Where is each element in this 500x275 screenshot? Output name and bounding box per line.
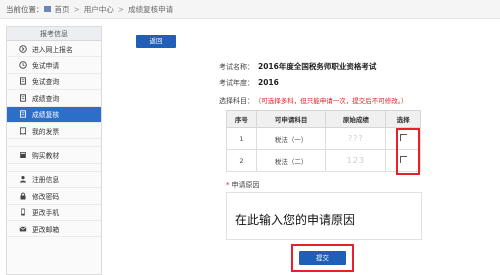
clock-icon [19, 61, 27, 69]
required-marker: * [226, 181, 230, 189]
sidebar-item-score-query[interactable]: 成绩查询 [7, 90, 101, 107]
arrow-right-circle-icon [19, 44, 27, 53]
column-header-subject: 可申请科目 [255, 110, 327, 128]
mail-icon [19, 225, 27, 233]
column-header-score: 原始成绩 [325, 110, 387, 128]
sidebar-item-exemption-query[interactable]: 免试查询 [7, 74, 101, 91]
sidebar-header: 报考信息 [7, 27, 101, 41]
book-icon [19, 151, 27, 159]
reason-label-text: 申请原因 [231, 181, 260, 189]
sidebar-item-score-review[interactable]: 成绩复核 [7, 106, 101, 123]
subject-select-row: 选择科目： （可选择多科，但只能申请一次，提交后不可修改。） [219, 95, 408, 106]
exam-year-label: 考试年度： [219, 79, 254, 87]
breadcrumb: 当前位置： 首页 > 用户中心 > 成绩复核申请 [0, 0, 500, 19]
document-icon [19, 110, 27, 118]
column-header-select: 选择 [385, 110, 421, 128]
sidebar-item-change-email[interactable]: 更改邮箱 [7, 221, 101, 238]
breadcrumb-separator: > [117, 4, 125, 14]
score-value: ??? [347, 134, 364, 143]
row-number: 1 [226, 127, 257, 150]
sidebar-item-change-password[interactable]: 修改密码 [7, 188, 101, 205]
exam-year-row: 考试年度： 2016 [219, 78, 279, 88]
breadcrumb-user-center-link[interactable]: 用户中心 [84, 4, 114, 15]
sidebar-item-buy-textbooks[interactable]: 购买教材 [7, 147, 101, 164]
sidebar-item-label: 更改手机 [32, 209, 60, 218]
original-score: 123 [325, 149, 387, 172]
table-header-row: 序号 可申请科目 原始成绩 选择 [226, 110, 421, 128]
sidebar-item-label: 修改密码 [32, 192, 60, 201]
table-row: 2 税法（二） 123 [226, 149, 421, 172]
subject-name: 税法（一） [255, 127, 327, 150]
sidebar-item-change-phone[interactable]: 更改手机 [7, 205, 101, 221]
sidebar-item-my-invoice[interactable]: 我的发票 [7, 123, 101, 140]
user-icon [19, 175, 27, 183]
document-icon [19, 77, 27, 86]
sidebar-divider [7, 164, 101, 172]
reason-textarea[interactable]: 在此输入您的申请原因 [226, 192, 422, 240]
receipt-icon [19, 127, 27, 135]
sidebar-item-label: 更改邮箱 [32, 225, 60, 234]
breadcrumb-current: 成绩复核申请 [128, 4, 174, 14]
breadcrumb-home-link[interactable]: 首页 [55, 4, 70, 15]
sidebar-item-registration-info[interactable]: 注册信息 [7, 172, 101, 189]
sidebar-divider [7, 139, 101, 148]
column-header-no: 序号 [226, 110, 257, 128]
original-score: ??? [325, 127, 387, 150]
subject-select-label: 选择科目： [219, 97, 254, 105]
breadcrumb-separator: > [73, 4, 80, 14]
sidebar-menu: 进入网上报名 免试申请 免试查询 成绩查询 成绩复核 我的发票 购买教材 注册信… [7, 41, 101, 238]
sidebar: 报考信息 进入网上报名 免试申请 免试查询 成绩查询 成绩复核 我的发票 购买教… [6, 26, 102, 275]
sidebar-item-label: 成绩复核 [32, 111, 60, 120]
breadcrumb-prefix: 当前位置： [6, 4, 44, 14]
submit-button[interactable]: 提交 [299, 251, 346, 265]
phone-icon [19, 208, 27, 216]
back-button[interactable]: 返回 [136, 35, 176, 48]
sidebar-item-label: 免试申请 [32, 62, 60, 71]
home-icon [43, 6, 51, 12]
exam-name-label: 考试名称： [219, 63, 254, 71]
sidebar-item-label: 进入网上报名 [32, 45, 73, 54]
sidebar-item-label: 我的发票 [32, 127, 60, 136]
sidebar-item-label: 成绩查询 [32, 94, 60, 103]
exam-name-row: 考试名称： 2016年度全国税务师职业资格考试 [219, 61, 376, 72]
exam-year-value: 2016 [258, 78, 279, 87]
sidebar-item-online-registration[interactable]: 进入网上报名 [7, 41, 101, 58]
sidebar-item-label: 注册信息 [32, 176, 60, 185]
document-icon [19, 94, 27, 102]
sidebar-item-exemption-apply[interactable]: 免试申请 [7, 57, 101, 74]
subject-name: 税法（二） [255, 149, 327, 172]
subject-table: 序号 可申请科目 原始成绩 选择 1 税法（一） ??? 2 税法（二） 123 [226, 110, 421, 172]
sidebar-item-label: 免试查询 [32, 78, 60, 87]
lock-icon [19, 192, 27, 200]
row-number: 2 [226, 149, 257, 172]
exam-name-value: 2016年度全国税务师职业资格考试 [258, 62, 377, 71]
subject-select-hint: （可选择多科，但只能申请一次，提交后不可修改。） [258, 97, 408, 105]
sidebar-item-label: 购买教材 [32, 152, 60, 161]
score-value: 123 [346, 156, 365, 165]
table-row: 1 税法（一） ??? [226, 127, 421, 150]
checkbox-highlight-box [396, 128, 420, 175]
reason-label: * 申请原因 [226, 180, 260, 190]
